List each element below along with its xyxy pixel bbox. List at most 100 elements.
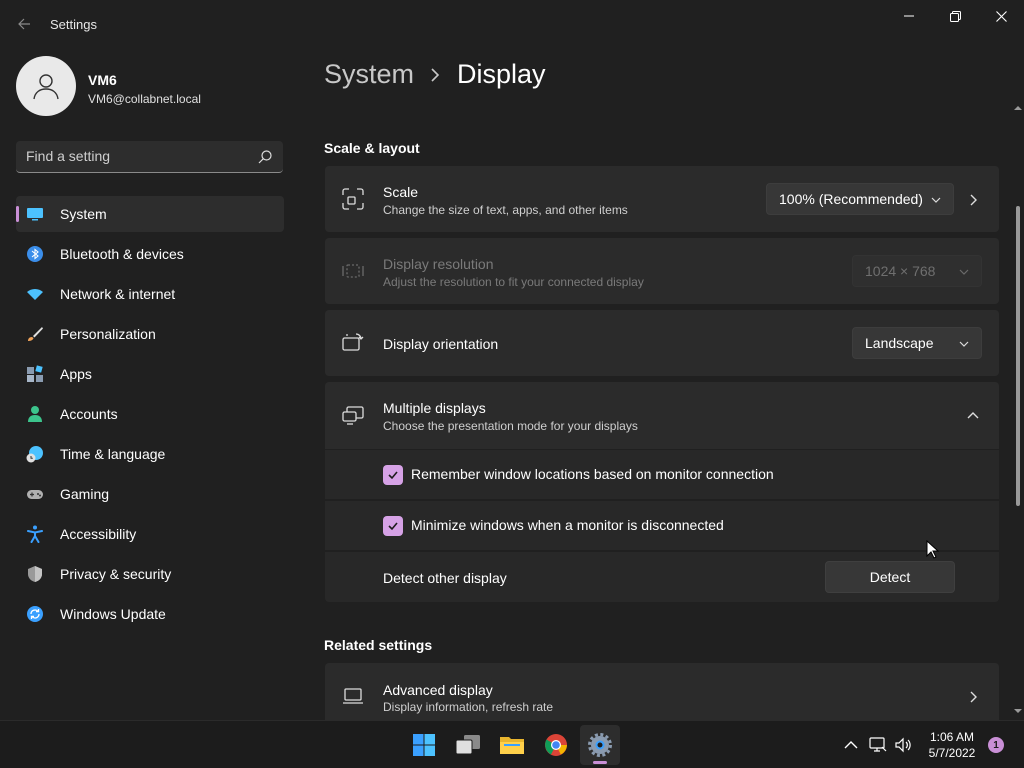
sidebar-item-label: Time & language <box>60 446 166 462</box>
sidebar-item-label: Windows Update <box>60 606 166 622</box>
scale-value: 100% (Recommended) <box>779 191 923 207</box>
clock[interactable]: 1:06 AM 5/7/2022 <box>922 729 982 761</box>
accessibility-icon <box>27 525 43 543</box>
detect-button[interactable]: Detect <box>825 561 955 593</box>
arrow-left-icon <box>18 18 30 30</box>
chrome-icon <box>545 734 567 756</box>
orientation-title: Display orientation <box>383 336 499 352</box>
apps-icon <box>27 365 43 382</box>
volume-icon[interactable] <box>894 736 912 754</box>
checkmark-icon <box>388 522 398 531</box>
network-icon[interactable] <box>869 736 887 754</box>
scroll-down-icon[interactable] <box>1014 707 1022 715</box>
file-explorer-button[interactable] <box>492 725 532 765</box>
advanced-display-title: Advanced display <box>383 682 493 698</box>
folder-icon <box>500 737 524 754</box>
sidebar-item-network[interactable]: Network & internet <box>16 276 284 312</box>
resolution-description: Adjust the resolution to fit your connec… <box>383 275 644 289</box>
multiple-displays-title: Multiple displays <box>383 400 486 416</box>
sidebar-item-accessibility[interactable]: Accessibility <box>16 516 284 552</box>
detect-display-label: Detect other display <box>383 570 507 586</box>
restore-icon <box>949 10 961 22</box>
orientation-icon <box>342 333 364 351</box>
advanced-display-card[interactable]: Advanced display Display information, re… <box>325 663 999 720</box>
paintbrush-icon <box>28 327 43 341</box>
mouse-cursor-icon <box>926 540 940 559</box>
search-input[interactable] <box>26 141 256 171</box>
user-name: VM6 <box>88 72 117 88</box>
minimize-icon <box>904 15 914 17</box>
monitor-icon <box>27 208 43 221</box>
windows-logo-icon <box>413 734 435 756</box>
sidebar-item-personalization[interactable]: Personalization <box>16 316 284 352</box>
orientation-dropdown[interactable]: Landscape <box>852 327 982 359</box>
breadcrumb-parent[interactable]: System <box>324 59 414 90</box>
sidebar-item-gaming[interactable]: Gaming <box>16 476 284 512</box>
user-email: VM6@collabnet.local <box>88 92 201 106</box>
multiple-displays-icon <box>342 406 364 425</box>
remember-locations-label[interactable]: Remember window locations based on monit… <box>411 466 774 482</box>
minimize-windows-label[interactable]: Minimize windows when a monitor is disco… <box>411 517 724 533</box>
resolution-title: Display resolution <box>383 256 494 272</box>
restore-button[interactable] <box>932 4 978 28</box>
date-text: 5/7/2022 <box>928 746 976 760</box>
chrome-button[interactable] <box>536 725 576 765</box>
chevron-right-icon[interactable] <box>967 194 979 206</box>
taskbar: 1:06 AM 5/7/2022 1 <box>0 720 1024 768</box>
notification-badge[interactable]: 1 <box>988 737 1004 753</box>
resolution-value: 1024 × 768 <box>865 263 936 279</box>
sidebar-item-label: Bluetooth & devices <box>60 246 184 262</box>
remember-locations-row: Remember window locations based on monit… <box>325 450 999 499</box>
bluetooth-icon <box>27 246 43 262</box>
search-box[interactable] <box>16 141 283 173</box>
chevron-up-icon[interactable] <box>967 410 979 422</box>
chevron-right-icon <box>431 68 440 82</box>
orientation-value: Landscape <box>865 335 934 351</box>
gear-icon <box>588 733 612 757</box>
scroll-up-icon[interactable] <box>1014 104 1022 112</box>
app-title: Settings <box>50 17 97 32</box>
chevron-down-icon <box>959 269 969 275</box>
section-title: Scale & layout <box>324 140 420 156</box>
sidebar-item-system[interactable]: System <box>16 196 284 232</box>
sidebar-item-label: Network & internet <box>60 286 176 302</box>
sidebar-item-windows-update[interactable]: Windows Update <box>16 596 284 632</box>
chevron-down-icon <box>931 197 941 203</box>
sidebar-item-accounts[interactable]: Accounts <box>16 396 284 432</box>
scale-dropdown[interactable]: 100% (Recommended) <box>766 183 954 215</box>
sidebar-item-label: Gaming <box>60 486 110 502</box>
multiple-displays-description: Choose the presentation mode for your di… <box>383 419 638 433</box>
minimize-button[interactable] <box>886 4 932 28</box>
time-text: 1:06 AM <box>929 730 975 744</box>
sidebar-item-label: Personalization <box>60 326 156 342</box>
sidebar-item-apps[interactable]: Apps <box>16 356 284 392</box>
minimize-windows-checkbox[interactable] <box>383 516 403 536</box>
scrollbar-thumb[interactable] <box>1016 206 1020 506</box>
back-button[interactable] <box>10 10 38 38</box>
globe-clock-icon <box>26 446 43 463</box>
scale-icon <box>342 188 364 210</box>
scale-card[interactable]: Scale Change the size of text, apps, and… <box>325 166 999 232</box>
sidebar-item-privacy-security[interactable]: Privacy & security <box>16 556 284 592</box>
wifi-icon <box>27 288 43 300</box>
start-button[interactable] <box>404 725 444 765</box>
orientation-card: Display orientation Landscape <box>325 310 999 376</box>
settings-taskbar-button[interactable] <box>580 725 620 765</box>
sidebar-item-bluetooth[interactable]: Bluetooth & devices <box>16 236 284 272</box>
sidebar-item-time-language[interactable]: Time & language <box>16 436 284 472</box>
multiple-displays-card[interactable]: Multiple displays Choose the presentatio… <box>325 382 999 449</box>
detect-display-row: Detect other display Detect <box>325 552 999 602</box>
remember-locations-checkbox[interactable] <box>383 465 403 485</box>
avatar[interactable] <box>16 56 76 116</box>
task-view-button[interactable] <box>448 725 488 765</box>
person-icon <box>28 406 42 422</box>
gamepad-icon <box>27 490 43 499</box>
chevron-up-icon[interactable] <box>842 736 860 754</box>
selection-indicator <box>16 206 19 222</box>
search-icon[interactable] <box>257 149 273 165</box>
chevron-right-icon[interactable] <box>967 691 979 703</box>
sidebar-item-label: Accounts <box>60 406 118 422</box>
active-app-indicator <box>593 761 607 764</box>
close-button[interactable] <box>978 4 1024 28</box>
chevron-down-icon <box>959 341 969 347</box>
